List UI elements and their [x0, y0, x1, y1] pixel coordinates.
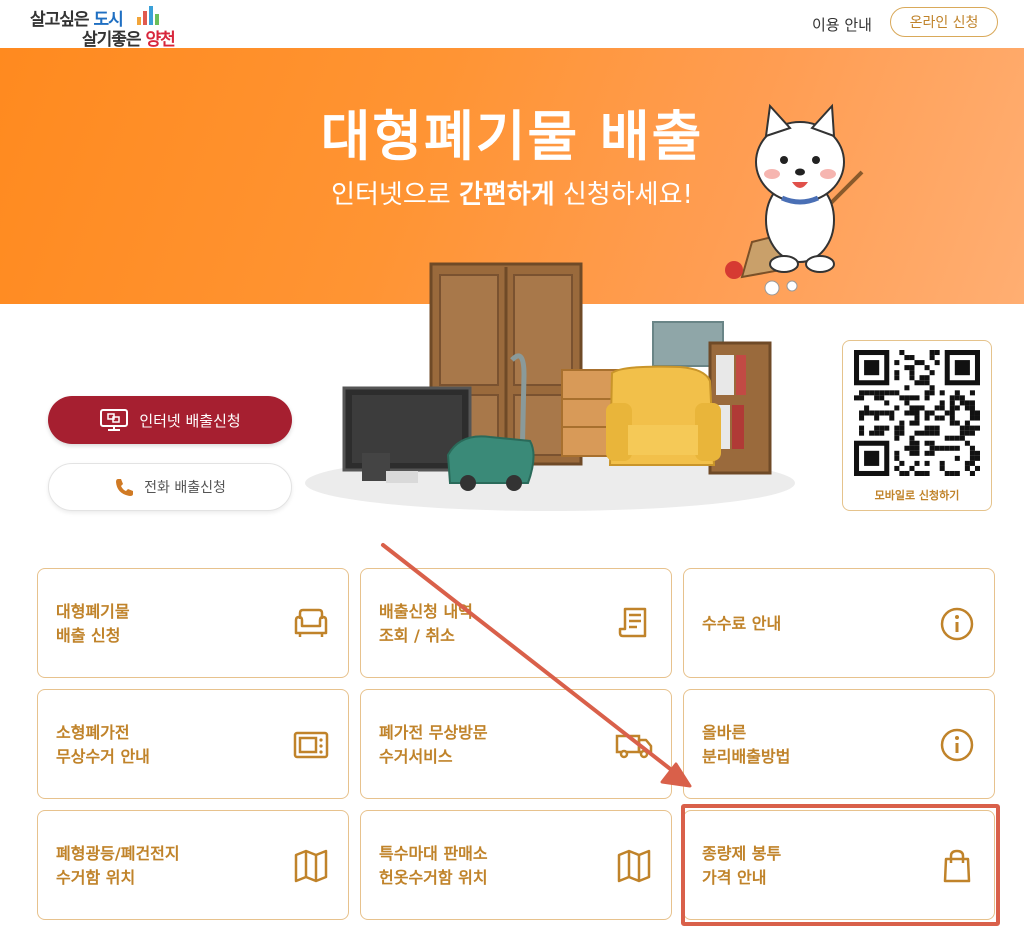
annotation-highlight-box [681, 804, 1000, 926]
sofa-icon [294, 608, 328, 637]
internet-apply-button[interactable]: 인터넷 배출신청 [48, 396, 292, 444]
card-label: 배출신청 내역 조회 / 취소 [379, 602, 473, 645]
card-fee-info[interactable]: 수수료 안내 [683, 568, 995, 678]
info-icon [940, 607, 974, 641]
internet-apply-label: 인터넷 배출신청 [139, 411, 241, 430]
card-label: 폐가전 무상방문 수거서비스 [379, 723, 488, 766]
logo-line-2: 살기좋은 양천 [82, 30, 176, 50]
card-label: 특수마대 판매소 헌옷수거함 위치 [379, 844, 488, 887]
card-proper-recycling[interactable]: 올바른 분리배출방법 [683, 689, 995, 799]
card-small-appliance-pickup[interactable]: 소형폐가전 무상수거 안내 [37, 689, 349, 799]
furniture-illustration [305, 262, 795, 511]
truck-icon [615, 734, 653, 759]
monitor-icon [100, 409, 129, 431]
yangcheon-logo[interactable]: 살고싶은 도시 살기좋은 양천 [30, 3, 190, 50]
card-bulky-waste-apply[interactable]: 대형폐기물 배출 신청 [37, 568, 349, 678]
nav-usage-guide[interactable]: 이용 안내 [812, 14, 872, 35]
card-label: 수수료 안내 [702, 614, 782, 633]
card-label: 대형폐기물 배출 신청 [56, 602, 130, 645]
card-label: 폐형광등/폐건전지 수거함 위치 [56, 844, 180, 887]
logo-bars-icon [137, 6, 159, 25]
card-label: 소형폐가전 무상수거 안내 [56, 723, 150, 766]
phone-apply-label: 전화 배출신청 [144, 480, 226, 496]
card-lamp-battery-bins[interactable]: 폐형광등/폐건전지 수거함 위치 [37, 810, 349, 920]
qr-caption: 모바일로 신청하기 [874, 489, 960, 502]
info-icon [940, 728, 974, 762]
phone-apply-button[interactable]: 전화 배출신청 [48, 463, 292, 511]
card-apply-history[interactable]: 배출신청 내역 조회 / 취소 [360, 568, 672, 678]
qr-code-icon [854, 350, 980, 476]
phone-icon [116, 479, 134, 496]
map-icon [294, 849, 328, 883]
site-header: 살고싶은 도시 살기좋은 양천 이용 안내 온라인 신청 [0, 0, 1024, 50]
map-icon [617, 849, 651, 883]
microwave-icon [293, 731, 329, 759]
card-appliance-visit-pickup[interactable]: 폐가전 무상방문 수거서비스 [360, 689, 672, 799]
receipt-icon [618, 607, 647, 638]
qr-code-panel[interactable]: 모바일로 신청하기 [842, 340, 992, 511]
nav-online-apply-button[interactable]: 온라인 신청 [890, 7, 998, 37]
card-special-bag-stores[interactable]: 특수마대 판매소 헌옷수거함 위치 [360, 810, 672, 920]
card-label: 올바른 분리배출방법 [702, 723, 791, 766]
